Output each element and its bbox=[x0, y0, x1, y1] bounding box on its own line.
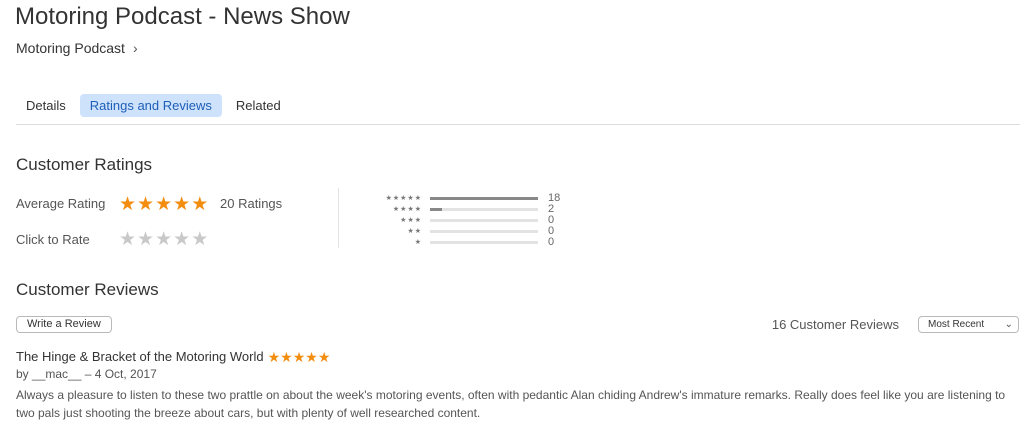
review-stars: ★ ★ ★ ★ ★ bbox=[268, 350, 331, 364]
tabs-divider bbox=[16, 124, 1020, 125]
podcast-link[interactable]: Motoring Podcast › bbox=[16, 40, 138, 56]
star-icon[interactable]: ★ bbox=[191, 230, 208, 249]
histogram-row: ★★★ 0 bbox=[360, 215, 560, 226]
histogram-row: ★★ 0 bbox=[360, 226, 560, 237]
histogram-stars: ★★ bbox=[407, 228, 422, 235]
star-icon: ★ bbox=[155, 194, 173, 215]
histogram-bar bbox=[430, 219, 538, 222]
star-icon: ★ bbox=[305, 348, 318, 365]
sort-dropdown[interactable]: Most Recent ⌄ bbox=[918, 316, 1019, 333]
histogram-row: ★★★★★ 18 bbox=[360, 193, 561, 204]
sort-dropdown-value: Most Recent bbox=[928, 319, 985, 330]
star-icon[interactable]: ★ bbox=[119, 230, 136, 249]
histogram-bar bbox=[430, 241, 538, 244]
star-icon: ★ bbox=[137, 194, 155, 215]
review-count: 16 Customer Reviews bbox=[771, 317, 899, 332]
histogram-bar-fill bbox=[430, 208, 442, 211]
star-icon: ★ bbox=[173, 194, 191, 215]
review-body: Always a pleasure to listen to these two… bbox=[16, 388, 1006, 420]
page-title: Motoring Podcast - News Show bbox=[15, 3, 350, 30]
star-icon[interactable]: ★ bbox=[137, 230, 154, 249]
star-icon: ★ bbox=[292, 348, 306, 365]
histogram-row: ★★★★ 2 bbox=[360, 204, 560, 215]
histogram-stars: ★★★★★ bbox=[385, 195, 422, 202]
tab-bar: Details Ratings and Reviews Related bbox=[16, 94, 291, 117]
star-icon[interactable]: ★ bbox=[155, 230, 172, 249]
review-meta: by __mac__ – 4 Oct, 2017 bbox=[16, 367, 157, 381]
tab-related[interactable]: Related bbox=[226, 94, 291, 117]
customer-ratings-heading: Customer Ratings bbox=[16, 155, 153, 174]
chevron-right-icon: › bbox=[132, 40, 138, 56]
histogram-count: 0 bbox=[548, 236, 555, 248]
ratings-divider bbox=[338, 188, 339, 248]
star-icon: ★ bbox=[267, 348, 281, 365]
star-icon: ★ bbox=[119, 194, 137, 215]
histogram-bar-fill bbox=[430, 197, 538, 200]
histogram-bar bbox=[430, 208, 538, 211]
tab-ratings-and-reviews[interactable]: Ratings and Reviews bbox=[79, 94, 222, 117]
histogram-bar bbox=[430, 230, 538, 233]
review-title: The Hinge & Bracket of the Motoring Worl… bbox=[16, 349, 330, 364]
rate-stars-input[interactable]: ★ ★ ★ ★ ★ bbox=[119, 230, 208, 249]
click-to-rate-label: Click to Rate bbox=[16, 232, 90, 247]
average-rating-label: Average Rating bbox=[16, 196, 106, 211]
average-rating-stars: ★ ★ ★ ★ ★ bbox=[119, 195, 208, 214]
star-icon: ★ bbox=[317, 348, 331, 365]
podcast-link-label: Motoring Podcast bbox=[16, 40, 125, 56]
chevron-down-icon: ⌄ bbox=[1004, 319, 1013, 330]
tab-details[interactable]: Details bbox=[16, 94, 76, 117]
ratings-histogram: ★★★★★ 18 ★★★★ 2 ★★★ 0 ★★ 0 ★ 0 bbox=[360, 193, 561, 248]
histogram-row: ★ 0 bbox=[360, 237, 560, 248]
star-icon: ★ bbox=[280, 348, 293, 365]
histogram-stars: ★ bbox=[414, 239, 422, 246]
customer-reviews-heading: Customer Reviews bbox=[16, 280, 159, 299]
histogram-stars: ★★★★ bbox=[392, 206, 422, 213]
write-review-button[interactable]: Write a Review bbox=[16, 316, 112, 333]
star-icon: ★ bbox=[191, 194, 209, 215]
review-title-text: The Hinge & Bracket of the Motoring Worl… bbox=[16, 349, 264, 364]
histogram-bar bbox=[430, 197, 538, 200]
ratings-count: 20 Ratings bbox=[220, 196, 283, 211]
histogram-stars: ★★★ bbox=[400, 217, 422, 224]
star-icon[interactable]: ★ bbox=[173, 230, 190, 249]
